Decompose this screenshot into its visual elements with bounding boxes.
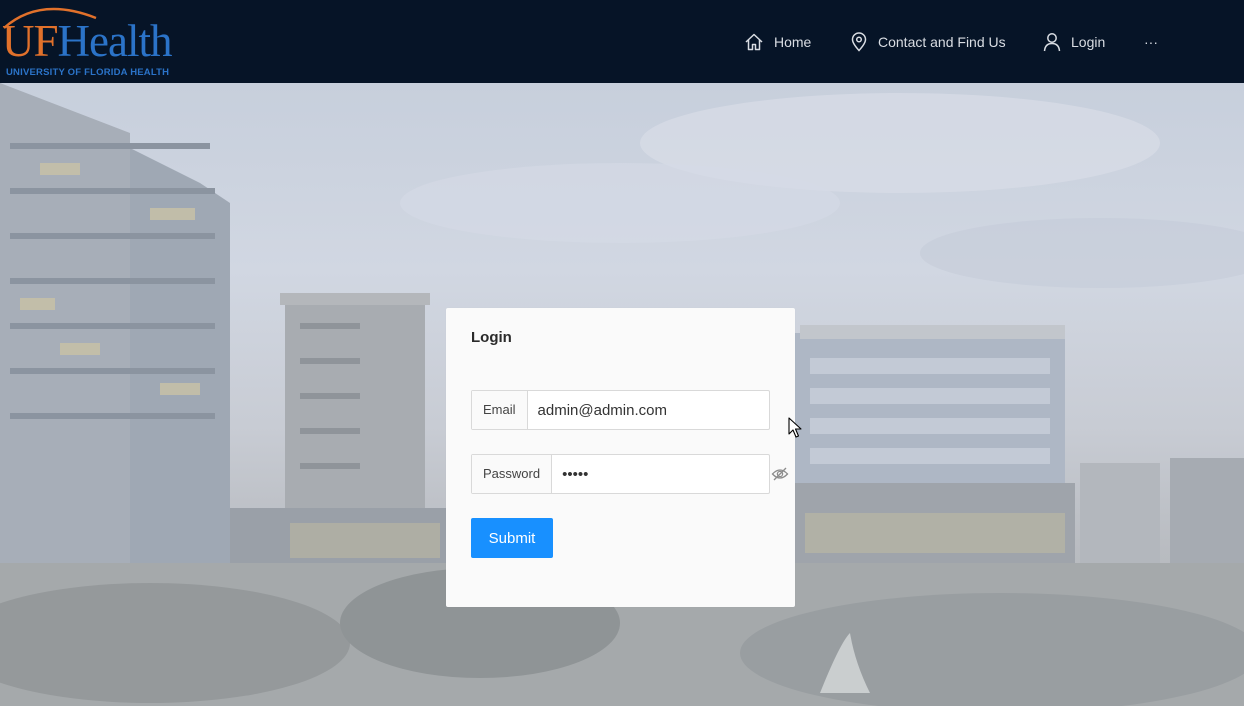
location-pin-icon [851,31,867,52]
user-icon [1043,32,1061,51]
login-title: Login [471,329,512,346]
login-card: Login Email Password Submit [446,308,795,607]
email-label: Email [472,391,528,429]
password-input[interactable] [552,455,772,493]
password-field-group: Password [471,454,789,494]
nav-home-label: Home [774,33,812,50]
nav-login-label: Login [1071,33,1106,50]
home-icon [745,33,763,50]
nav-contact-label: Contact and Find Us [878,33,1006,50]
password-label: Password [472,455,553,493]
nav-login[interactable]: Login [1043,0,1105,83]
email-field-group: Email [471,390,770,430]
mouse-cursor-icon [788,417,802,438]
eye-hidden-icon [771,467,789,481]
logo-subtitle: UNIVERSITY OF FLORIDA HEALTH [6,67,170,78]
top-navigation-bar: UFHealth UNIVERSITY OF FLORIDA HEALTH Ho… [0,0,1244,83]
uf-health-logo[interactable]: UFHealth UNIVERSITY OF FLORIDA HEALTH [0,0,210,83]
email-input[interactable] [527,391,769,429]
logo-wordmark: UFHealth [2,16,172,66]
more-menu-button[interactable]: ··· [1144,0,1158,83]
submit-button[interactable]: Submit [471,518,553,558]
password-visibility-toggle[interactable] [771,455,789,493]
nav-contact-and-find-us[interactable]: Contact and Find Us [850,0,1006,83]
nav-home[interactable]: Home [744,0,811,83]
